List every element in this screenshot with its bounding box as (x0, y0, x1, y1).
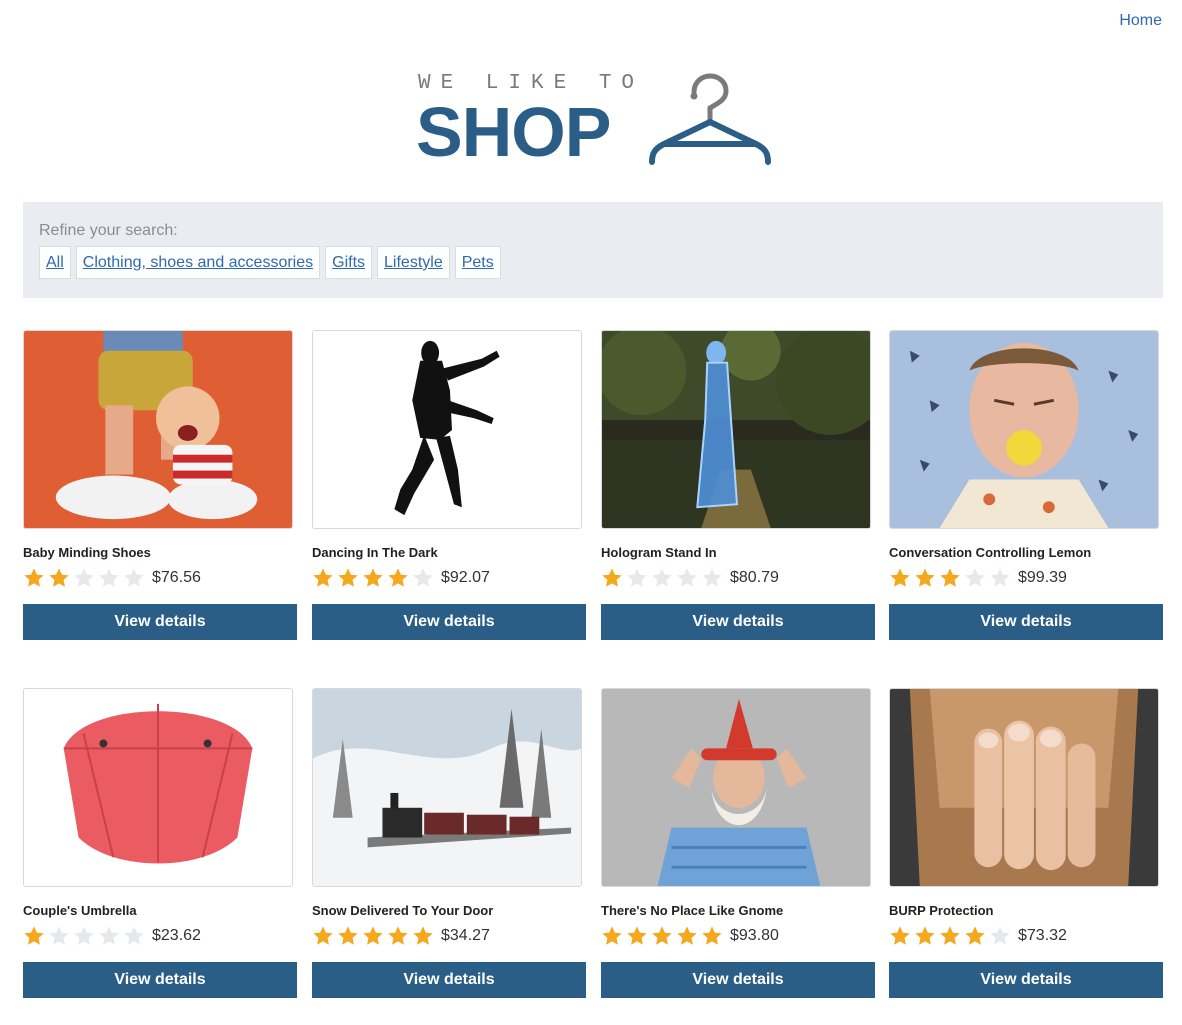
star-filled-icon (702, 926, 722, 945)
view-details-button[interactable]: View details (312, 962, 586, 998)
product-price: $23.62 (152, 927, 201, 944)
search-filter-panel: Refine your search: All Clothing, shoes … (23, 202, 1163, 298)
star-empty-icon (74, 568, 94, 587)
star-filled-icon (940, 926, 960, 945)
logo-wordmark: SHOP (416, 93, 611, 171)
product-price: $92.07 (441, 569, 490, 586)
star-filled-icon (940, 568, 960, 587)
product-title: Couple's Umbrella (23, 903, 137, 918)
star-filled-icon (602, 926, 622, 945)
product-title: Dancing In The Dark (312, 545, 438, 560)
product-rating: $76.56 (23, 566, 201, 590)
product-price: $80.79 (730, 569, 779, 586)
star-empty-icon (677, 568, 697, 587)
star-empty-icon (413, 568, 433, 587)
product-title: Conversation Controlling Lemon (889, 545, 1092, 560)
product-title: Hologram Stand In (601, 545, 717, 560)
star-filled-icon (890, 926, 910, 945)
star-empty-icon (627, 568, 647, 587)
product-rating: $92.07 (312, 566, 490, 590)
star-filled-icon (363, 926, 383, 945)
view-details-button[interactable]: View details (23, 604, 297, 640)
product-title: There's No Place Like Gnome (601, 903, 784, 918)
star-filled-icon (49, 568, 69, 587)
star-empty-icon (99, 568, 119, 587)
filter-pets[interactable]: Pets (454, 246, 501, 279)
product-rating: $80.79 (601, 566, 779, 590)
star-filled-icon (965, 926, 985, 945)
hand-beard-image[interactable] (889, 688, 1159, 887)
hologram-woman-image[interactable] (601, 330, 871, 529)
star-empty-icon (99, 926, 119, 945)
star-filled-icon (915, 568, 935, 587)
star-filled-icon (338, 568, 358, 587)
man-lemon-image[interactable] (889, 330, 1159, 529)
star-filled-icon (627, 926, 647, 945)
logo-tagline: WE LIKE TO (418, 72, 645, 95)
home-link[interactable]: Home (1119, 12, 1162, 30)
toy-figurine-image[interactable] (23, 330, 293, 529)
view-details-button[interactable]: View details (889, 604, 1163, 640)
star-empty-icon (965, 568, 985, 587)
star-empty-icon (990, 926, 1010, 945)
product-rating: $23.62 (23, 924, 201, 948)
filter-label: Refine your search: (39, 222, 178, 239)
view-details-button[interactable]: View details (889, 962, 1163, 998)
star-filled-icon (602, 568, 622, 587)
star-filled-icon (24, 568, 44, 587)
product-rating: $99.39 (889, 566, 1067, 590)
product-price: $73.32 (1018, 927, 1067, 944)
filter-lifestyle[interactable]: Lifestyle (377, 246, 450, 279)
product-title: BURP Protection (889, 903, 994, 918)
view-details-button[interactable]: View details (23, 962, 297, 998)
hanger-icon (649, 73, 771, 165)
view-details-button[interactable]: View details (312, 604, 586, 640)
filter-all[interactable]: All (39, 246, 71, 279)
star-empty-icon (652, 568, 672, 587)
star-empty-icon (702, 568, 722, 587)
site-logo: WE LIKE TO SHOP (416, 70, 776, 170)
star-filled-icon (413, 926, 433, 945)
star-filled-icon (363, 568, 383, 587)
star-filled-icon (388, 568, 408, 587)
product-price: $34.27 (441, 927, 490, 944)
product-title: Baby Minding Shoes (23, 545, 151, 560)
star-empty-icon (124, 568, 144, 587)
star-empty-icon (124, 926, 144, 945)
product-rating: $34.27 (312, 924, 490, 948)
star-empty-icon (990, 568, 1010, 587)
product-price: $76.56 (152, 569, 201, 586)
dancer-silhouette-image[interactable] (312, 330, 582, 529)
star-filled-icon (890, 568, 910, 587)
star-filled-icon (677, 926, 697, 945)
star-filled-icon (652, 926, 672, 945)
product-price: $99.39 (1018, 569, 1067, 586)
category-filter-list: All Clothing, shoes and accessories Gift… (39, 246, 501, 279)
product-rating: $73.32 (889, 924, 1067, 948)
view-details-button[interactable]: View details (601, 604, 875, 640)
filter-clothing[interactable]: Clothing, shoes and accessories (75, 246, 321, 279)
snow-train-image[interactable] (312, 688, 582, 887)
star-filled-icon (338, 926, 358, 945)
star-filled-icon (313, 926, 333, 945)
gnome-man-image[interactable] (601, 688, 871, 887)
product-title: Snow Delivered To Your Door (312, 903, 494, 918)
star-filled-icon (388, 926, 408, 945)
red-umbrella-image[interactable] (23, 688, 293, 887)
star-empty-icon (74, 926, 94, 945)
star-filled-icon (915, 926, 935, 945)
star-empty-icon (49, 926, 69, 945)
view-details-button[interactable]: View details (601, 962, 875, 998)
star-filled-icon (24, 926, 44, 945)
star-filled-icon (313, 568, 333, 587)
product-price: $93.80 (730, 927, 779, 944)
filter-gifts[interactable]: Gifts (325, 246, 373, 279)
product-rating: $93.80 (601, 924, 779, 948)
